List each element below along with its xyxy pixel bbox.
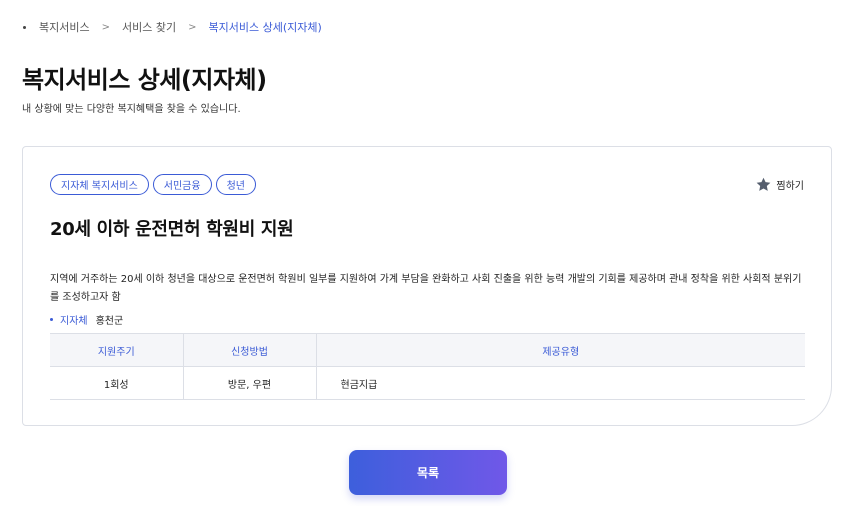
page-subtitle: 내 상황에 맞는 다양한 복지혜택을 찾을 수 있습니다. [22,104,241,115]
table-cell-cycle: 1회성 [50,366,183,400]
favorite-button[interactable]: 찜하기 [755,176,804,193]
service-detail-card: 지자체 복지서비스 서민금융 청년 찜하기 20세 이하 운전면허 학원비 지원… [22,146,832,426]
service-meta: 지자체 홍천군 [50,312,123,327]
breadcrumb-separator: > [101,21,110,33]
breadcrumb: 복지서비스 > 서비스 찾기 > 복지서비스 상세(지자체) [22,19,322,35]
tag-finance[interactable]: 서민금융 [152,174,212,195]
meta-value: 홍천군 [95,316,124,327]
table-cell-type: 현금지급 [315,366,805,400]
meta-label: 지자체 [60,316,88,327]
table-header-method: 신청방법 [182,333,316,367]
table-header-cycle: 지원주기 [50,333,183,367]
home-dot-icon [23,25,26,29]
table-header-type: 제공유형 [315,333,805,367]
star-icon [757,177,771,191]
breadcrumb-item-welfare[interactable]: 복지서비스 [39,19,90,35]
breadcrumb-item-search[interactable]: 서비스 찾기 [122,19,176,35]
breadcrumb-separator: > [188,21,197,33]
favorite-label: 찜하기 [776,181,804,192]
list-button[interactable]: 목록 [349,450,507,495]
service-info-table: 지원주기 신청방법 제공유형 1회성 방문, 우편 현금지급 [50,333,805,400]
service-title: 20세 이하 운전면허 학원비 지원 [50,219,294,240]
breadcrumb-item-current: 복지서비스 상세(지자체) [208,21,322,34]
table-row: 1회성 방문, 우편 현금지급 [50,366,805,400]
page-title: 복지서비스 상세(지자체) [22,66,267,94]
service-tags: 지자체 복지서비스 서민금융 청년 [50,174,256,195]
tag-local-welfare[interactable]: 지자체 복지서비스 [50,174,149,195]
table-cell-method: 방문, 우편 [182,366,316,400]
service-description: 지역에 거주하는 20세 이하 청년을 대상으로 운전면허 학원비 일부를 지원… [50,274,802,303]
table-header-row: 지원주기 신청방법 제공유형 [50,333,805,367]
tag-youth[interactable]: 청년 [215,174,256,195]
bullet-icon [50,318,53,321]
